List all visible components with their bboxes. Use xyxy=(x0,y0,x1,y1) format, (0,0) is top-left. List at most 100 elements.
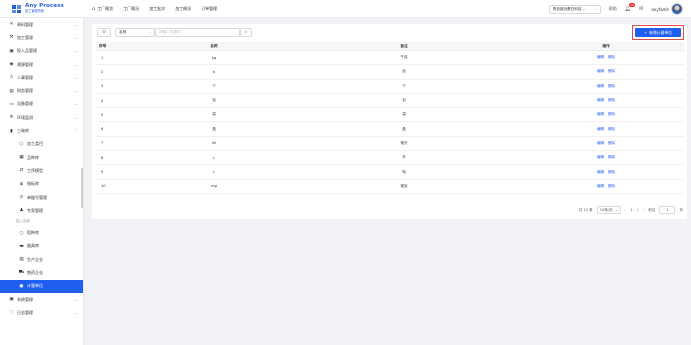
sidebar-item[interactable]: ▬ 器具库 xyxy=(0,240,83,253)
table-header-row: 序号 名称 备注 操作 xyxy=(96,42,684,51)
search-input[interactable]: 请输入关键词 xyxy=(155,27,240,37)
topnav-item[interactable]: 工厂概况 xyxy=(123,6,139,12)
prev-page-button[interactable]: ‹ xyxy=(625,208,626,212)
add-button-label: 新增计量单位 xyxy=(649,29,672,35)
delete-button[interactable]: 删除 xyxy=(608,155,615,159)
cell-remark: 袋 xyxy=(280,107,528,123)
search-icon: ⌕ xyxy=(244,30,248,35)
sidebar-item[interactable]: ● 计量单位 xyxy=(0,279,83,293)
sidebar-item[interactable]: ▣ 投入品管理 ⌄ xyxy=(0,45,83,58)
sidebar-item[interactable]: ▮ 三碳库 ⌃ xyxy=(0,124,83,137)
edit-button[interactable]: 编辑 xyxy=(597,170,604,174)
topnav-item[interactable]: 加工概况 xyxy=(175,6,191,12)
sidebar-item[interactable]: ⬡ 加工类目 xyxy=(0,138,83,151)
cell-remark: 盒 xyxy=(280,121,528,137)
chevron-down-icon: ⌄ xyxy=(593,7,597,11)
sidebar-item[interactable]: ▣ 系统管理 ⌄ xyxy=(0,293,83,306)
delete-button[interactable]: 删除 xyxy=(608,98,615,102)
sidebar-item-label: 溯源管理 xyxy=(17,61,33,67)
sidebar-item[interactable]: ⚒ 加工管理 ⌄ xyxy=(0,31,83,44)
tool-icon: ⚒ xyxy=(9,35,14,41)
grid-icon: ▦ xyxy=(19,155,24,161)
help-link[interactable]: 帮助 xyxy=(609,6,617,12)
sidebar-item[interactable]: ✲ 环境监测 ⌄ xyxy=(0,111,83,124)
sidebar-item[interactable]: ♙ 人事管理 ⌄ xyxy=(0,71,83,84)
page-size-select[interactable]: 10条/页 ⌄ xyxy=(596,206,621,214)
delete-button[interactable]: 删除 xyxy=(608,184,615,188)
sidebar-item[interactable]: ⛟ 售药企业 xyxy=(0,266,83,279)
notification-badge: 10 xyxy=(628,3,636,7)
cell-remark: 毫克 xyxy=(280,179,528,194)
edit-button[interactable]: 编辑 xyxy=(597,55,604,59)
cell-name: kg xyxy=(148,50,280,66)
edit-button[interactable]: 编辑 xyxy=(597,184,604,188)
sidebar-item[interactable]: ▤ 财务管理 ⌄ xyxy=(0,84,83,97)
field-select[interactable]: 名称 ⌄ xyxy=(115,27,155,37)
sidebar-item[interactable]: ♟ 专家管理 xyxy=(0,204,83,217)
tenant-select[interactable]: 青岛新迈蛋白科技... ⌄ xyxy=(548,4,601,14)
header-actions: 操作 xyxy=(528,42,684,51)
edit-button[interactable]: 编辑 xyxy=(597,127,604,131)
mail-icon[interactable]: ✉︎ xyxy=(639,6,643,12)
sidebar-item[interactable]: ≣ 指标库 xyxy=(0,178,83,191)
sidebar-item[interactable]: ▦ 品种库 xyxy=(0,151,83,164)
delete-button[interactable]: 删除 xyxy=(608,127,615,131)
sidebar-item[interactable]: ◉ 溯源管理 ⌄ xyxy=(0,58,83,71)
goto-page-input[interactable]: 1 xyxy=(659,206,676,214)
cell-actions: 编辑 删除 xyxy=(528,64,684,80)
cell-no: 9 xyxy=(96,164,148,180)
edit-button[interactable]: 编辑 xyxy=(597,84,604,88)
cell-remark: 包 xyxy=(280,93,528,109)
table-row: 4 包包编辑 删除 xyxy=(96,93,684,109)
user-name: anyfamh xyxy=(651,6,669,12)
delete-button[interactable]: 删除 xyxy=(608,84,615,88)
table-row: 2 ā 亩编辑 删除 xyxy=(96,64,684,80)
chevron-down-icon: ⌄ xyxy=(148,30,151,34)
delete-button[interactable]: 删除 xyxy=(608,170,615,174)
delete-button[interactable]: 删除 xyxy=(608,141,615,145)
topnav-item[interactable]: 工厂概览 xyxy=(97,6,113,12)
logo[interactable]: Any Process 加工管理系统 xyxy=(0,3,88,14)
cell-remark: 升 xyxy=(280,150,528,166)
add-unit-button[interactable]: + 新增计量单位 xyxy=(635,28,681,37)
cell-remark: 毫升 xyxy=(280,136,528,152)
bell-icon[interactable]: 🔔︎ 10 xyxy=(625,3,636,12)
delete-button[interactable]: 删除 xyxy=(608,69,615,73)
settings-button[interactable]: ⚙ xyxy=(97,27,111,37)
cell-remark: 亩 xyxy=(280,64,528,80)
edit-button[interactable]: 编辑 xyxy=(597,98,604,102)
list-icon: ≣ xyxy=(19,181,24,187)
edit-button[interactable]: 编辑 xyxy=(597,141,604,145)
delete-button[interactable]: 删除 xyxy=(608,55,615,59)
next-page-button[interactable]: › xyxy=(643,208,644,212)
sidebar-item[interactable]: ◷ 单据号管理 xyxy=(0,191,83,204)
user-menu[interactable]: anyfamh xyxy=(651,3,683,15)
home-icon[interactable]: ⌂ xyxy=(92,6,95,12)
sidebar-item[interactable]: ▤ 生产企业 xyxy=(0,253,83,266)
header-remark: 备注 xyxy=(280,42,528,51)
sidebar-item[interactable]: ✕ 原料管理 ⌄ xyxy=(0,18,83,31)
chevron-down-icon: ⌄ xyxy=(74,35,77,40)
cube-icon: ⬡ xyxy=(19,141,24,147)
book-icon: ▮ xyxy=(10,128,13,134)
sidebar-item-label: 投入品管理 xyxy=(17,48,37,54)
topnav-item[interactable]: 订单管理 xyxy=(201,6,217,12)
goto-label: 前往 xyxy=(648,207,656,212)
edit-button[interactable]: 编辑 xyxy=(597,155,604,159)
clock-icon: ◷ xyxy=(19,195,24,200)
sidebar-scrollbar[interactable] xyxy=(81,168,83,208)
sidebar-item[interactable]: ▭ 设备管理 ⌄ xyxy=(0,98,83,111)
delete-button[interactable]: 删除 xyxy=(608,112,615,116)
sidebar-item[interactable]: ○ 稻种库 xyxy=(0,226,83,239)
topnav-item[interactable]: 加工批次 xyxy=(149,6,165,12)
search-button[interactable]: ⌕ xyxy=(240,27,252,37)
page-2-button[interactable]: 2 xyxy=(636,208,638,212)
edit-button[interactable]: 编辑 xyxy=(597,69,604,73)
clock-circle-icon: ◌ xyxy=(9,310,14,316)
sidebar-item[interactable]: ◌ 日志管理 ⌄ xyxy=(0,306,83,319)
page-1-button[interactable]: 1 xyxy=(630,208,632,212)
sidebar-item[interactable]: ⇄ 工序模型 xyxy=(0,164,83,177)
edit-button[interactable]: 编辑 xyxy=(597,112,604,116)
chevron-down-icon: ⌄ xyxy=(74,297,77,302)
sidebar-item-label: 稻种库 xyxy=(27,230,39,236)
